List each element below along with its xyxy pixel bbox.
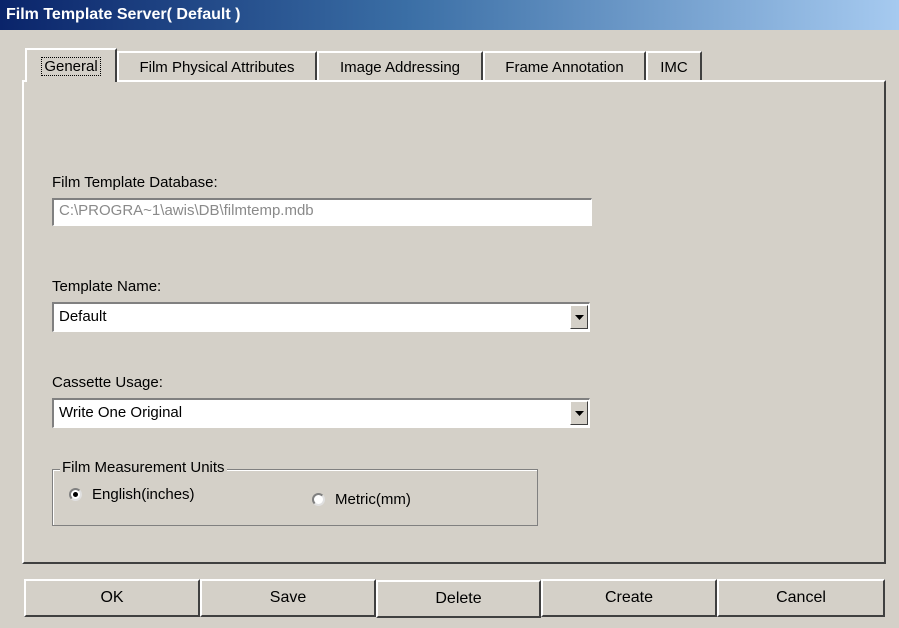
save-button[interactable]: Save: [200, 579, 376, 617]
tab-general[interactable]: General: [25, 48, 117, 82]
template-name-dropdown[interactable]: Default: [52, 302, 590, 332]
chevron-down-icon: [575, 411, 584, 416]
tab-film-physical-attributes[interactable]: Film Physical Attributes: [117, 51, 317, 81]
template-name-label: Template Name:: [52, 278, 162, 295]
tab-label: Image Addressing: [339, 58, 461, 76]
template-name-value: Default: [59, 308, 107, 325]
film-template-database-label: Film Template Database:: [52, 174, 218, 191]
cassette-usage-dropdown[interactable]: Write One Original: [52, 398, 590, 428]
radio-metric-mm[interactable]: Metric(mm): [312, 491, 411, 508]
chevron-down-icon: [575, 315, 584, 320]
film-measurement-units-label: Film Measurement Units: [60, 459, 227, 476]
film-measurement-units-group: Film Measurement Units English(inches) M…: [52, 459, 538, 526]
tab-label: Film Physical Attributes: [139, 58, 295, 76]
tab-frame-annotation[interactable]: Frame Annotation: [483, 51, 646, 81]
tab-label: General: [41, 56, 101, 76]
title-bar[interactable]: Film Template Server( Default ): [0, 0, 899, 30]
template-name-dropdown-button[interactable]: [570, 305, 588, 329]
dialog-window: Film Template Server( Default ) General …: [0, 0, 899, 628]
radio-unselected-icon: [312, 493, 325, 506]
tab-imc[interactable]: IMC: [646, 51, 702, 81]
cassette-usage-dropdown-button[interactable]: [570, 401, 588, 425]
cassette-usage-value: Write One Original: [59, 404, 183, 421]
radio-metric-mm-label: Metric(mm): [335, 491, 411, 508]
cassette-usage-label: Cassette Usage:: [52, 374, 163, 391]
tab-label: Frame Annotation: [505, 58, 624, 76]
general-tab-panel: Film Template Database: C:\PROGRA~1\awis…: [22, 80, 886, 564]
tab-label: IMC: [660, 58, 688, 76]
radio-english-inches-label: English(inches): [92, 486, 195, 503]
create-button[interactable]: Create: [541, 579, 717, 617]
tab-image-addressing[interactable]: Image Addressing: [317, 51, 483, 81]
ok-button[interactable]: OK: [24, 579, 200, 617]
window-title: Film Template Server( Default ): [6, 6, 241, 23]
film-template-database-field: C:\PROGRA~1\awis\DB\filmtemp.mdb: [52, 198, 592, 226]
radio-selected-icon: [69, 488, 82, 501]
radio-english-inches[interactable]: English(inches): [69, 486, 195, 503]
cancel-button[interactable]: Cancel: [717, 579, 885, 617]
delete-button[interactable]: Delete: [376, 580, 541, 618]
